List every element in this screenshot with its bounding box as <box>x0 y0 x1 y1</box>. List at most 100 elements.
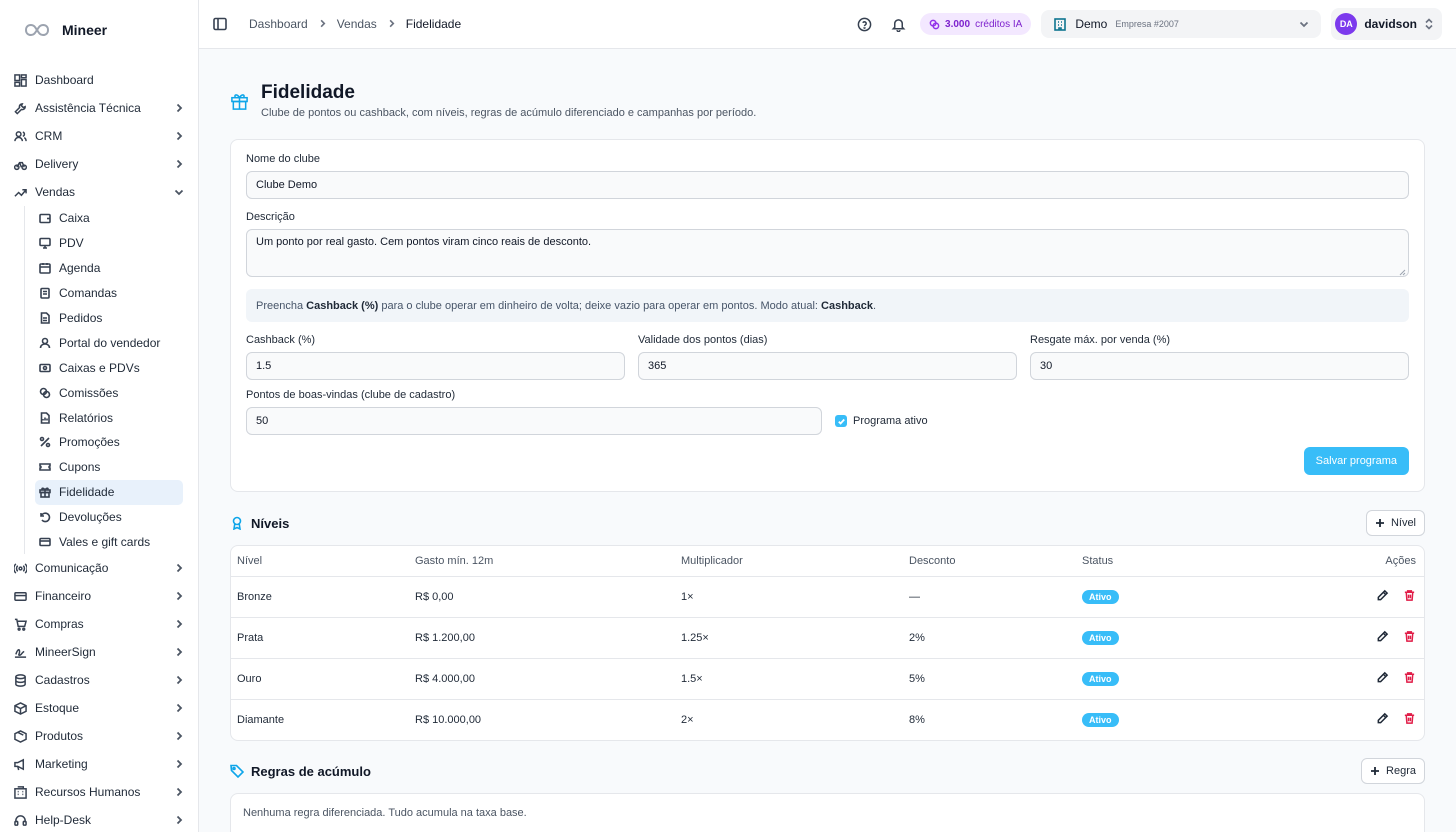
credits-value: 3.000 <box>945 18 971 30</box>
megaphone-icon <box>14 758 27 771</box>
checkbox-checked-icon[interactable] <box>835 415 847 427</box>
company-selector[interactable]: Demo Empresa #2007 <box>1041 10 1322 38</box>
info-middle: para o clube operar em dinheiro de volta… <box>378 299 822 312</box>
undo-icon <box>39 511 51 523</box>
resgate-input[interactable]: 30 <box>1030 352 1409 380</box>
brand[interactable]: Mineer <box>0 0 198 60</box>
sidebar-item-portal[interactable]: Portal do vendedor <box>35 330 183 355</box>
sidebar-item-caixa[interactable]: Caixa <box>35 206 183 231</box>
sidebar-item-mineersign[interactable]: MineerSign <box>10 638 188 666</box>
sidebar-item-agenda[interactable]: Agenda <box>35 256 183 281</box>
trash-icon[interactable] <box>1403 671 1416 687</box>
nome-clube-input[interactable]: Clube Demo <box>246 171 1409 199</box>
register-icon <box>39 362 51 374</box>
nivel-cell: Bronze <box>231 576 409 618</box>
edit-icon[interactable] <box>1376 712 1389 728</box>
building-icon <box>14 786 27 799</box>
resize-handle-icon[interactable] <box>1399 267 1406 276</box>
actions-cell <box>1241 699 1424 740</box>
sidebar-item-marketing[interactable]: Marketing <box>10 750 188 778</box>
document-icon <box>39 312 51 324</box>
sidebar-toggle-icon[interactable] <box>213 17 227 31</box>
chevron-right-icon <box>174 647 184 657</box>
sidebar-item-relatorios[interactable]: Relatórios <box>35 405 183 430</box>
chevron-right-icon <box>174 131 184 141</box>
gift-icon <box>230 92 249 111</box>
trash-icon[interactable] <box>1403 712 1416 728</box>
sidebar-item-devolucoes[interactable]: Devoluções <box>35 505 183 530</box>
sidebar-item-vales[interactable]: Vales e gift cards <box>35 530 183 555</box>
boasvindas-label: Pontos de boas-vindas (clube de cadastro… <box>246 389 456 401</box>
trash-icon[interactable] <box>1403 589 1416 605</box>
bell-icon[interactable] <box>886 12 910 36</box>
program-params-row: Cashback (%) 1.5 Validade dos pontos (di… <box>246 334 1409 380</box>
page-title: Fidelidade <box>261 82 355 103</box>
save-program-button[interactable]: Salvar programa <box>1303 447 1409 475</box>
sidebar-item-cupons[interactable]: Cupons <box>35 455 183 480</box>
sidebar-item-label: Delivery <box>35 157 79 171</box>
sidebar-item-comandas[interactable]: Comandas <box>35 281 183 306</box>
status-cell: Ativo <box>1076 658 1241 700</box>
user-menu[interactable]: DA davidson <box>1331 8 1442 40</box>
sidebar-item-financeiro[interactable]: Financeiro <box>10 582 188 610</box>
boasvindas-input[interactable]: 50 <box>246 407 822 435</box>
gift-icon <box>39 486 51 499</box>
sidebar-item-label: Compras <box>35 617 84 632</box>
sidebar-item-promocoes[interactable]: Promoções <box>35 430 183 455</box>
sidebar-item-caixas-pdvs[interactable]: Caixas e PDVs <box>35 355 183 380</box>
sidebar-item-label: Pedidos <box>59 311 103 325</box>
edit-icon[interactable] <box>1376 671 1389 687</box>
edit-icon[interactable] <box>1376 630 1389 646</box>
edit-icon[interactable] <box>1376 589 1389 605</box>
sidebar-nav: Dashboard Assistência Técnica CRM Delive… <box>0 60 198 832</box>
trash-icon[interactable] <box>1403 630 1416 646</box>
sidebar-item-assistencia[interactable]: Assistência Técnica <box>10 94 188 122</box>
descricao-textarea[interactable]: Um ponto por real gasto. Cem pontos vira… <box>246 229 1409 277</box>
col-desconto: Desconto <box>903 546 1076 577</box>
sidebar-item-compras[interactable]: Compras <box>10 610 188 638</box>
table-header-row: Nível Gasto mín. 12m Multiplicador Desco… <box>231 546 1424 577</box>
add-regra-button[interactable]: Regra <box>1361 758 1425 784</box>
sidebar-item-label: Help-Desk <box>35 813 92 828</box>
sidebar-item-fidelidade[interactable]: Fidelidade <box>35 479 183 505</box>
validade-input[interactable]: 365 <box>638 352 1017 380</box>
sidebar-item-vendas[interactable]: Vendas <box>10 178 188 206</box>
cashback-input[interactable]: 1.5 <box>246 352 625 380</box>
gasto-cell: R$ 10.000,00 <box>415 713 482 726</box>
vendas-subnav: Caixa PDV Agenda Comandas Pedidos Portal… <box>24 206 188 555</box>
calendar-icon <box>39 262 51 275</box>
status-badge: Ativo <box>1082 589 1119 604</box>
breadcrumb-vendas[interactable]: Vendas <box>337 17 377 31</box>
sidebar-item-rh[interactable]: Recursos Humanos <box>10 778 188 806</box>
sidebar-item-label: Assistência Técnica <box>35 101 141 115</box>
help-icon[interactable] <box>852 12 876 36</box>
table-row: Bronze R$ 0,00 1× — Ativo <box>231 576 1424 618</box>
descricao-label: Descrição <box>246 211 295 223</box>
sidebar-item-produtos[interactable]: Produtos <box>10 722 188 750</box>
sidebar-item-comunicacao[interactable]: Comunicação <box>10 554 188 582</box>
package-icon <box>14 730 27 743</box>
nivel-cell: Prata <box>231 617 409 659</box>
actions-cell <box>1240 576 1424 618</box>
chevron-right-icon <box>318 17 327 31</box>
sidebar-item-delivery[interactable]: Delivery <box>10 150 188 178</box>
company-id: Empresa #2007 <box>1115 19 1179 29</box>
sidebar-item-label: CRM <box>35 129 63 143</box>
sidebar-item-pedidos[interactable]: Pedidos <box>35 306 183 331</box>
sidebar-item-estoque[interactable]: Estoque <box>10 694 188 722</box>
sidebar-item-cadastros[interactable]: Cadastros <box>10 666 188 694</box>
chevron-right-icon <box>174 675 184 685</box>
monitor-icon <box>39 237 51 250</box>
sidebar-item-dashboard[interactable]: Dashboard <box>10 66 188 94</box>
chevron-down-icon <box>174 187 184 197</box>
sidebar-item-helpdesk[interactable]: Help-Desk <box>10 806 188 832</box>
sidebar-item-comissoes[interactable]: Comissões <box>35 380 183 405</box>
save-row: Salvar programa <box>246 447 1409 475</box>
programa-ativo-toggle[interactable]: Programa ativo <box>835 407 928 435</box>
sidebar-item-pdv[interactable]: PDV <box>35 231 183 256</box>
sidebar-item-crm[interactable]: CRM <box>10 122 188 150</box>
regras-empty-text: Nenhuma regra diferenciada. Tudo acumula… <box>243 807 527 819</box>
breadcrumb-dashboard[interactable]: Dashboard <box>249 17 308 31</box>
ai-credits-badge[interactable]: 3.000 créditos IA <box>920 13 1032 35</box>
add-nivel-button[interactable]: Nível <box>1365 510 1425 536</box>
